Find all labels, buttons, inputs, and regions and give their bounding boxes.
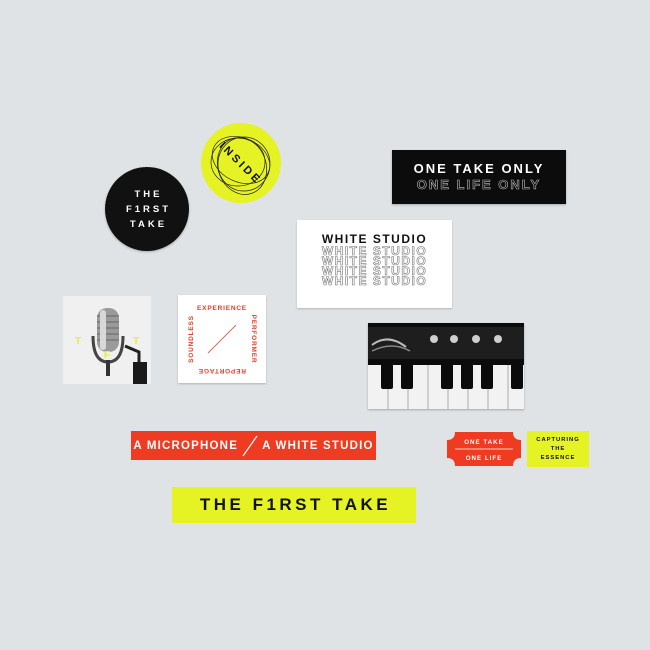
experience-right-text: PERFORMER bbox=[250, 315, 257, 364]
experience-square-sticker: EXPERIENCE PERFORMER REPORTAGE SOUNDLESS bbox=[178, 295, 266, 383]
red-tag-graphic: ONE TAKE ONE LIFE bbox=[447, 432, 521, 466]
inside-circle-sticker: INSIDE bbox=[200, 122, 282, 204]
white-studio-echo-4: WHITE STUDIO bbox=[321, 274, 428, 288]
circle-line-3: TAKE bbox=[129, 218, 168, 230]
tft-yellow-text: THE F1RST TAKE bbox=[199, 495, 392, 514]
experience-graphic: EXPERIENCE PERFORMER REPORTAGE SOUNDLESS bbox=[188, 305, 257, 374]
inside-circle-graphic: INSIDE bbox=[201, 123, 281, 203]
one-take-only-text: ONE TAKE ONLY bbox=[413, 161, 545, 176]
microphone-icon: T F T bbox=[63, 296, 151, 384]
slash-divider-icon bbox=[242, 435, 258, 456]
mic-letter-3: T bbox=[133, 336, 139, 347]
one-take-only-sticker: ONE TAKE ONLY ONE LIFE ONLY bbox=[392, 150, 566, 204]
the-first-take-yellow-sticker: THE F1RST TAKE bbox=[172, 487, 416, 523]
microphone-studio-strip-sticker: A MICROPHONE A WHITE STUDIO bbox=[131, 431, 376, 460]
capturing-line-3: ESSENCE bbox=[540, 454, 576, 461]
one-take-one-life-tag-sticker: ONE TAKE ONE LIFE bbox=[447, 432, 521, 466]
keyboard-photo-sticker bbox=[368, 323, 524, 409]
white-studio-sticker: WHITE STUDIO WHITE STUDIO WHITE STUDIO W… bbox=[297, 220, 452, 308]
experience-bottom-text: REPORTAGE bbox=[198, 367, 246, 374]
keyboard-icon bbox=[368, 323, 524, 409]
experience-left-text: SOUNDLESS bbox=[188, 315, 195, 363]
mic-letter-1: T bbox=[75, 336, 81, 347]
red-tag-line-2: ONE LIFE bbox=[466, 455, 503, 462]
one-life-only-text: ONE LIFE ONLY bbox=[416, 177, 542, 193]
capturing-line-2: THE bbox=[550, 445, 566, 452]
mic-letter-2: F bbox=[104, 350, 110, 361]
circle-line-2: F1RST bbox=[125, 203, 172, 215]
capturing-line-1: CAPTURING bbox=[536, 436, 580, 443]
microphone-photo-sticker: T F T bbox=[63, 296, 151, 384]
red-tag-line-1: ONE TAKE bbox=[464, 439, 504, 446]
the-first-take-circle-sticker: THE F1RST TAKE bbox=[105, 167, 189, 251]
capturing-the-essence-sticker: CAPTURING THE ESSENCE bbox=[527, 431, 589, 467]
strip-right-text: A WHITE STUDIO bbox=[262, 439, 374, 452]
circle-line-1: THE bbox=[134, 188, 163, 200]
strip-left-text: A MICROPHONE bbox=[133, 439, 239, 452]
experience-top-text: EXPERIENCE bbox=[197, 305, 247, 312]
